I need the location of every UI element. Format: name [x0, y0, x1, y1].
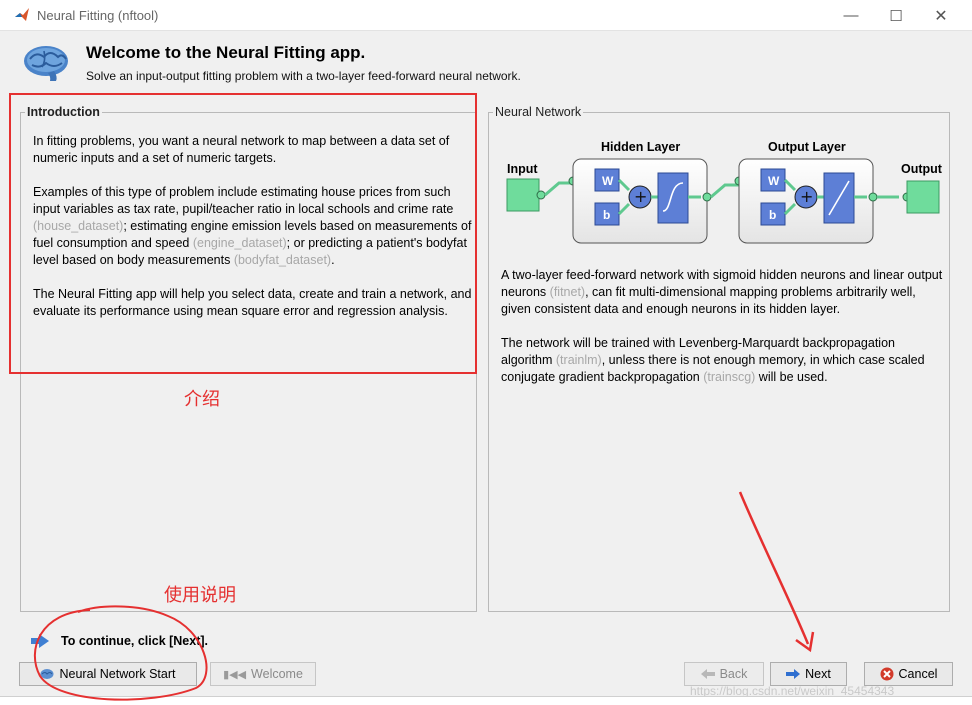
- page-subtitle: Solve an input-output fitting problem wi…: [86, 69, 521, 83]
- annotation-arrow-head: [795, 631, 815, 653]
- welcome-button-label: Welcome: [251, 667, 303, 681]
- next-arrow-icon: [786, 669, 801, 679]
- output-layer-label: Output Layer: [768, 140, 846, 154]
- fitnet-link[interactable]: (fitnet): [550, 285, 585, 299]
- output-node: [906, 180, 940, 214]
- continue-text: To continue, click [Next].: [61, 634, 209, 648]
- hidden-bias-label: b: [603, 208, 610, 222]
- hidden-weight-label: W: [602, 174, 614, 188]
- first-page-icon: ▮◀◀: [223, 668, 247, 681]
- network-diagram: Input Hidden Layer Output Layer Output W…: [506, 140, 943, 244]
- next-button[interactable]: Next: [770, 662, 847, 686]
- welcome-button[interactable]: ▮◀◀ Welcome: [210, 662, 316, 686]
- page-title: Welcome to the Neural Fitting app.: [86, 43, 366, 62]
- input-label: Input: [507, 162, 538, 176]
- close-icon[interactable]: ✕: [918, 0, 964, 31]
- title-bar: Neural Fitting (nftool) — ☐ ✕: [0, 0, 972, 31]
- trainlm-link[interactable]: (trainlm): [556, 353, 602, 367]
- input-node: [506, 178, 540, 212]
- next-button-label: Next: [805, 667, 831, 681]
- minimize-icon[interactable]: —: [828, 0, 874, 31]
- introduction-highlight-box: [9, 93, 477, 374]
- back-arrow-icon: [700, 669, 715, 679]
- brain-icon: [24, 46, 68, 81]
- continue-hint: To continue, click [Next].: [30, 632, 330, 652]
- network-paragraph-1: A two-layer feed-forward network with si…: [501, 267, 947, 318]
- output-bias-label: b: [769, 208, 776, 222]
- neural-network-start-button[interactable]: Neural Network Start: [19, 662, 197, 686]
- svg-text:+: +: [634, 187, 647, 206]
- network-p2-text-c: will be used.: [755, 370, 828, 384]
- window-title: Neural Fitting (nftool): [37, 8, 159, 23]
- output-weight-label: W: [768, 174, 780, 188]
- cancel-button-label: Cancel: [898, 667, 938, 681]
- neural-network-panel: Neural Network Input Hidden Layer Output…: [488, 105, 950, 612]
- app-header: Welcome to the Neural Fitting app. Solve…: [0, 31, 972, 91]
- bottom-strip: [0, 696, 972, 705]
- maximize-icon[interactable]: ☐: [873, 0, 919, 31]
- intro-annotation: 介绍: [184, 389, 220, 410]
- neural-network-legend: Neural Network: [493, 105, 584, 119]
- cancel-button[interactable]: Cancel: [864, 662, 953, 686]
- back-button[interactable]: Back: [684, 662, 764, 686]
- usage-annotation: 使用说明: [164, 585, 236, 606]
- trainscg-link[interactable]: (trainscg): [703, 370, 755, 384]
- continue-arrow-icon: [31, 634, 49, 648]
- output-label: Output: [901, 162, 943, 176]
- start-brain-icon: [40, 669, 54, 679]
- network-paragraph-2: The network will be trained with Levenbe…: [501, 335, 947, 386]
- matlab-logo-icon: [15, 8, 29, 21]
- start-button-label: Neural Network Start: [59, 667, 176, 681]
- back-button-label: Back: [719, 667, 748, 681]
- network-description: A two-layer feed-forward network with si…: [501, 267, 947, 403]
- hidden-layer-label: Hidden Layer: [601, 140, 680, 154]
- svg-text:+: +: [800, 187, 813, 206]
- cancel-icon: [880, 667, 894, 681]
